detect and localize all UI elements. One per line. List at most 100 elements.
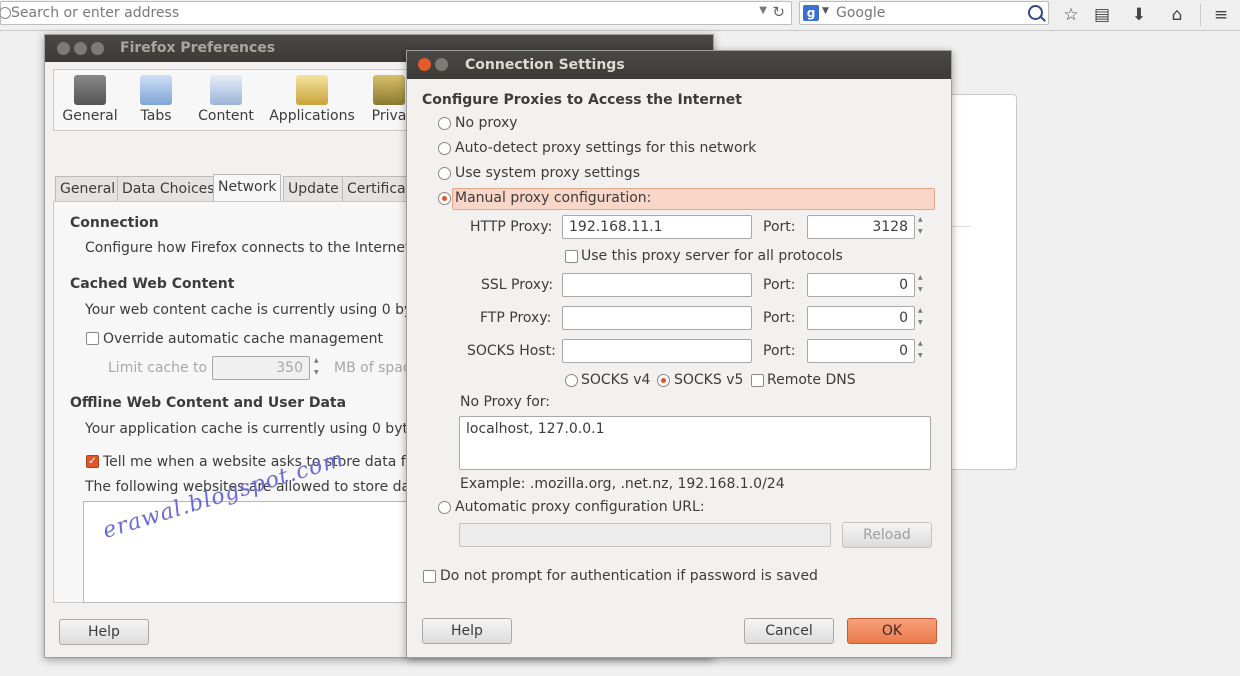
ftp-proxy-label: FTP Proxy: <box>480 310 552 326</box>
address-placeholder: Search or enter address <box>11 5 180 21</box>
category-tabs[interactable]: Tabs <box>129 75 183 124</box>
prefs-help-button[interactable]: Help <box>59 619 149 645</box>
http-port-spinner[interactable] <box>917 215 927 239</box>
use-for-all-label: Use this proxy server for all protocols <box>581 248 843 264</box>
tab-data-choices[interactable]: Data Choices <box>117 176 220 201</box>
address-bar[interactable]: Search or enter address ▼ ↻ <box>0 1 792 25</box>
tab-certificates[interactable]: Certificat <box>342 176 412 201</box>
dialog-close-icon[interactable] <box>418 58 431 71</box>
reload-icon[interactable]: ↻ <box>772 3 785 21</box>
bookmark-star-icon[interactable]: ☆ <box>1060 4 1082 26</box>
no-proxy-for-label: No Proxy for: <box>460 394 551 410</box>
tell-me-checkbox[interactable]: ✓ <box>86 455 99 468</box>
auto-detect-radio[interactable] <box>438 142 451 155</box>
content-page-icon <box>210 75 242 105</box>
toolbar-separator <box>1200 4 1201 26</box>
auto-config-url-label: Automatic proxy configuration URL: <box>455 499 705 515</box>
cache-description: Your web content cache is currently usin… <box>85 302 434 318</box>
applications-tools-icon <box>296 75 328 105</box>
preferences-title: Firefox Preferences <box>120 40 276 56</box>
ok-label: OK <box>881 623 903 639</box>
use-for-all-checkbox[interactable] <box>565 250 578 263</box>
category-label: General <box>62 108 118 124</box>
maximize-icon[interactable] <box>91 42 104 55</box>
prefs-help-label: Help <box>88 624 120 640</box>
no-prompt-auth-checkbox[interactable] <box>423 570 436 583</box>
dialog-maximize-icon[interactable] <box>435 58 448 71</box>
category-label: Priva <box>371 108 407 124</box>
connection-description: Configure how Firefox connects to the In… <box>85 240 411 256</box>
category-general[interactable]: General <box>59 75 121 124</box>
limit-cache-spinner[interactable] <box>313 356 323 380</box>
dialog-help-button[interactable]: Help <box>422 618 512 644</box>
history-dropdown-icon[interactable]: ▼ <box>759 5 767 16</box>
search-engine-dropdown-icon[interactable]: ▼ <box>822 6 829 16</box>
downloads-icon[interactable]: ⬇ <box>1128 4 1150 26</box>
ftp-port-label: Port: <box>763 310 796 326</box>
reload-button[interactable]: Reload <box>842 522 932 548</box>
ssl-port-label: Port: <box>763 277 796 293</box>
privacy-mask-icon <box>373 75 405 105</box>
no-prompt-auth-label: Do not prompt for authentication if pass… <box>440 568 818 584</box>
home-icon[interactable]: ⌂ <box>1166 4 1188 26</box>
http-port-input[interactable]: 3128 <box>807 215 915 239</box>
auto-config-url-input[interactable] <box>459 523 831 547</box>
connection-heading: Connection <box>70 215 159 231</box>
socks-port-input[interactable]: 0 <box>807 339 915 363</box>
ftp-port-spinner[interactable] <box>917 306 927 330</box>
limit-cache-unit: MB of spac <box>334 360 411 376</box>
override-cache-checkbox[interactable] <box>86 332 99 345</box>
bookmarks-menu-icon[interactable]: ▤ <box>1091 4 1113 26</box>
offline-heading: Offline Web Content and User Data <box>70 395 347 411</box>
category-applications[interactable]: Applications <box>267 75 357 124</box>
socks-v4-radio[interactable] <box>565 374 578 387</box>
no-proxy-example: Example: .mozilla.org, .net.nz, 192.168.… <box>460 476 785 492</box>
socks-host-input[interactable] <box>562 339 752 363</box>
proxy-heading: Configure Proxies to Access the Internet <box>422 92 742 108</box>
search-bar[interactable]: g ▼ Google <box>799 1 1049 25</box>
category-content[interactable]: Content <box>195 75 257 124</box>
google-logo-icon[interactable]: g <box>803 5 819 21</box>
ssl-proxy-input[interactable] <box>562 273 752 297</box>
no-proxy-for-textarea[interactable]: localhost, 127.0.0.1 <box>459 416 931 470</box>
manual-proxy-label: Manual proxy configuration: <box>455 190 652 206</box>
limit-cache-label: Limit cache to <box>108 360 208 376</box>
tab-general[interactable]: General <box>55 176 121 201</box>
socks-v5-label: SOCKS v5 <box>674 372 744 388</box>
ok-button[interactable]: OK <box>847 618 937 644</box>
cancel-button[interactable]: Cancel <box>744 618 834 644</box>
http-proxy-input[interactable]: 192.168.11.1 <box>562 215 752 239</box>
ssl-proxy-label: SSL Proxy: <box>481 277 554 293</box>
socks-port-label: Port: <box>763 343 796 359</box>
ssl-port-spinner[interactable] <box>917 273 927 297</box>
manual-proxy-radio[interactable] <box>438 192 451 205</box>
connection-settings-dialog: Connection Settings Configure Proxies to… <box>406 50 952 658</box>
socks-port-spinner[interactable] <box>917 339 927 363</box>
cache-heading: Cached Web Content <box>70 276 235 292</box>
system-proxy-radio[interactable] <box>438 167 451 180</box>
category-privacy[interactable]: Priva <box>369 75 409 124</box>
globe-icon <box>0 7 11 19</box>
tabs-window-icon <box>140 75 172 105</box>
ssl-port-input[interactable]: 0 <box>807 273 915 297</box>
minimize-icon[interactable] <box>74 42 87 55</box>
category-label: Tabs <box>140 108 172 124</box>
reload-label: Reload <box>863 527 911 543</box>
ftp-port-input[interactable]: 0 <box>807 306 915 330</box>
dialog-titlebar: Connection Settings <box>407 51 951 79</box>
limit-cache-input[interactable]: 350 <box>212 356 310 380</box>
no-proxy-radio[interactable] <box>438 117 451 130</box>
menu-icon[interactable]: ≡ <box>1210 4 1232 26</box>
category-label: Applications <box>269 108 355 124</box>
ftp-proxy-input[interactable] <box>562 306 752 330</box>
search-icon[interactable] <box>1028 5 1043 20</box>
tab-network[interactable]: Network <box>213 174 282 202</box>
socks-v5-radio[interactable] <box>657 374 670 387</box>
socks-host-label: SOCKS Host: <box>467 343 556 359</box>
remote-dns-label: Remote DNS <box>767 372 856 388</box>
auto-config-url-radio[interactable] <box>438 501 451 514</box>
remote-dns-checkbox[interactable] <box>751 374 764 387</box>
tab-update[interactable]: Update <box>283 176 344 201</box>
close-icon[interactable] <box>57 42 70 55</box>
socks-v4-label: SOCKS v4 <box>581 372 651 388</box>
